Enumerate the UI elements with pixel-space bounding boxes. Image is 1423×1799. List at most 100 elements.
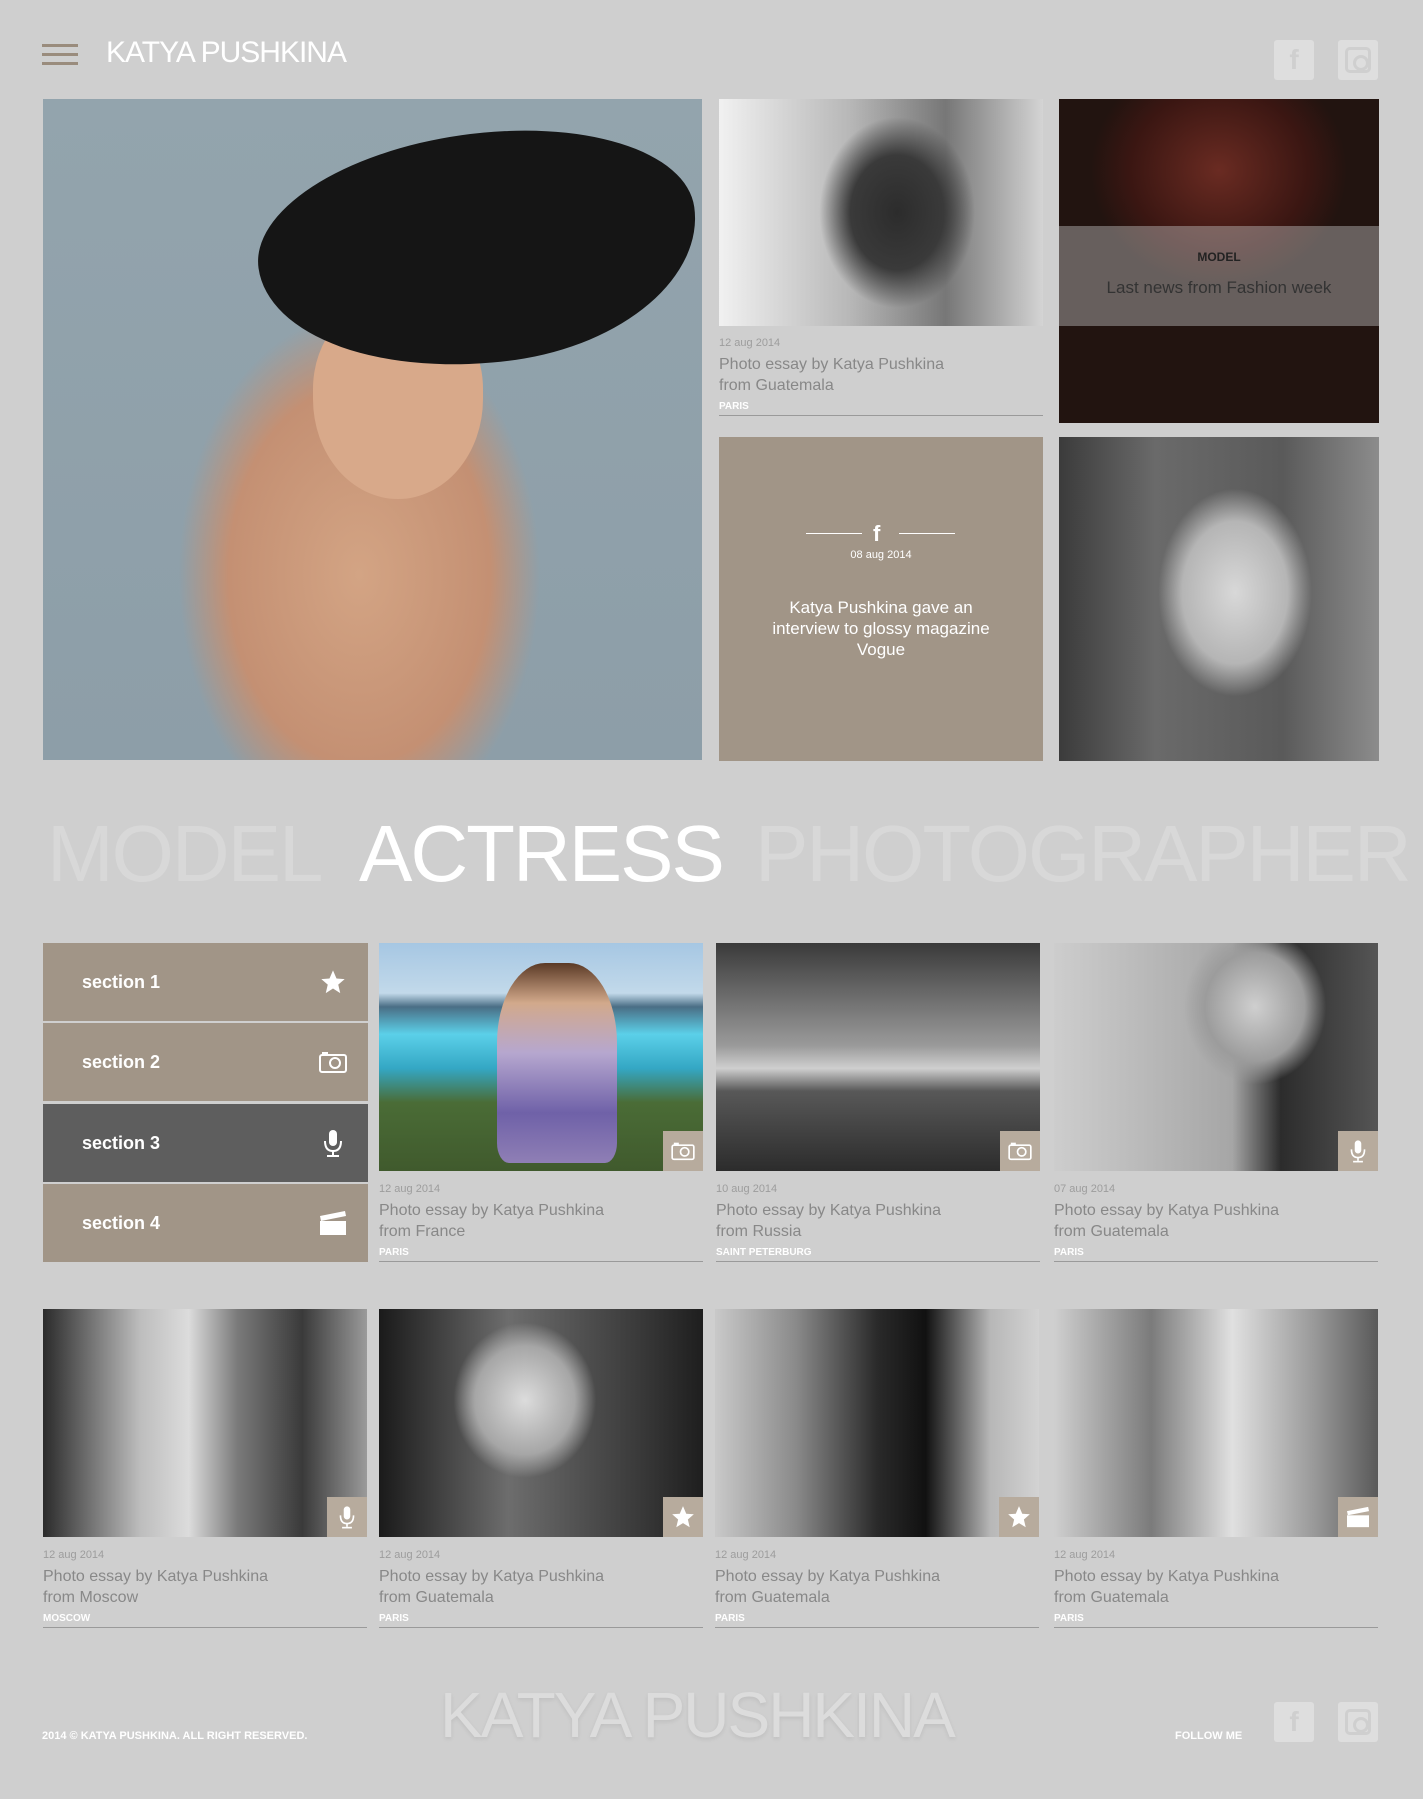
caption-title[interactable]: Photo essay by Katya Pushkina from Guate…: [1054, 1200, 1378, 1242]
grid-photo[interactable]: [1054, 1309, 1378, 1537]
caption-title[interactable]: Photo essay by Katya Pushkina from Guate…: [715, 1566, 1039, 1608]
news-kicker: MODEL: [1197, 250, 1241, 264]
grid-photo[interactable]: [715, 1309, 1039, 1537]
caption-date: 12 aug 2014: [379, 1183, 441, 1195]
star-icon[interactable]: [999, 1497, 1039, 1537]
caption-place: PARIS: [379, 1247, 703, 1262]
caption-title-line1: Photo essay by Katya Pushkina: [379, 1202, 605, 1219]
caption-title-line2: from Russia: [716, 1223, 802, 1240]
microphone-icon[interactable]: [1338, 1131, 1378, 1171]
caption-title-line1: Photo essay by Katya Pushkina: [719, 356, 945, 373]
news-text: Katya Pushkina gave an interview to glos…: [772, 598, 990, 659]
facebook-news-card[interactable]: f 08 aug 2014 Katya Pushkina gave an int…: [719, 437, 1043, 761]
caption-title-line1: Photo essay by Katya Pushkina: [379, 1568, 605, 1585]
caption-date: 12 aug 2014: [43, 1549, 105, 1561]
caption-title[interactable]: Photo essay by Katya Pushkina from Guate…: [719, 354, 1043, 396]
caption-place: SAINT PETERBURG: [716, 1247, 1040, 1262]
copyright-text: 2014 © KATYA PUSHKINA. ALL RIGHT RESERVE…: [42, 1730, 308, 1742]
grid-caption: 12 aug 2014 Photo essay by Katya Pushkin…: [715, 1549, 1039, 1628]
facebook-icon[interactable]: f: [1274, 1702, 1314, 1742]
facebook-icon[interactable]: f: [1274, 40, 1314, 80]
grid-photo[interactable]: [1054, 943, 1378, 1171]
caption-title[interactable]: Photo essay by Katya Pushkina from Guate…: [379, 1566, 703, 1608]
site-header: KATYA PUSHKINA f: [0, 0, 1423, 98]
star-icon[interactable]: [663, 1497, 703, 1537]
caption-date: 12 aug 2014: [715, 1549, 777, 1561]
section-label: section 1: [82, 971, 161, 992]
grid-caption: 12 aug 2014 Photo essay by Katya Pushkin…: [43, 1549, 367, 1628]
news-overlay[interactable]: MODEL Last news from Fashion week: [1059, 226, 1379, 326]
caption-title-line2: from Guatemala: [1054, 1589, 1169, 1606]
caption-title[interactable]: Photo essay by Katya Pushkina from Guate…: [1054, 1566, 1378, 1608]
divider: [899, 533, 955, 534]
caption-date: 07 aug 2014: [1054, 1183, 1116, 1195]
star-icon: [318, 967, 348, 997]
caption-title[interactable]: Photo essay by Katya Pushkina from Franc…: [379, 1200, 703, 1242]
clapperboard-icon: [318, 1208, 348, 1238]
microphone-icon[interactable]: [327, 1497, 367, 1537]
caption-title-line2: from Moscow: [43, 1589, 139, 1606]
caption-title-line2: from France: [379, 1223, 466, 1240]
grid-caption: 12 aug 2014 Photo essay by Katya Pushkin…: [379, 1183, 703, 1262]
grid-photo[interactable]: [43, 1309, 367, 1537]
caption-title-line2: from Guatemala: [1054, 1223, 1169, 1240]
news-date: 08 aug 2014: [850, 549, 912, 561]
follow-me-label: FOLLOW ME: [1175, 1730, 1243, 1742]
facebook-icon-glyph: f: [1289, 44, 1299, 75]
grid-photo[interactable]: [716, 943, 1040, 1171]
tab-actress[interactable]: ACTRESS: [359, 808, 725, 900]
caption-title-line1: Photo essay by Katya Pushkina: [716, 1202, 942, 1219]
caption-place: MOSCOW: [43, 1613, 367, 1628]
caption-place: PARIS: [719, 401, 1043, 416]
footer-logo: KATYA PUSHKINA: [440, 1679, 956, 1751]
site-logo[interactable]: KATYA PUSHKINA: [106, 36, 347, 70]
facebook-icon: f: [873, 521, 881, 546]
section-2-button[interactable]: section 2: [43, 1023, 368, 1101]
caption-title[interactable]: Photo essay by Katya Pushkina from Russi…: [716, 1200, 1040, 1242]
caption-title-line1: Photo essay by Katya Pushkina: [715, 1568, 941, 1585]
caption-title-line2: from Guatemala: [719, 377, 834, 394]
instagram-glyph: [1345, 47, 1371, 73]
instagram-glyph: [1345, 1709, 1371, 1735]
menu-icon[interactable]: [42, 44, 78, 66]
grid-photo[interactable]: [379, 1309, 703, 1537]
caption-title-line2: from Guatemala: [379, 1589, 494, 1606]
grid-caption: 10 aug 2014 Photo essay by Katya Pushkin…: [716, 1183, 1040, 1262]
caption-date: 12 aug 2014: [1054, 1549, 1116, 1561]
caption-place: PARIS: [715, 1613, 1039, 1628]
grid-caption: 12 aug 2014 Photo essay by Katya Pushkin…: [1054, 1549, 1378, 1628]
role-tabs: MODEL ACTRESS PHOTOGRAPHER: [43, 808, 1412, 900]
section-label: section 3: [82, 1132, 161, 1153]
microphone-icon: [318, 1128, 348, 1158]
caption-place: PARIS: [379, 1613, 703, 1628]
instagram-icon[interactable]: [1338, 1702, 1378, 1742]
instagram-icon[interactable]: [1338, 40, 1378, 80]
section-3-button[interactable]: section 3: [43, 1104, 368, 1182]
hero-photo[interactable]: [43, 99, 702, 760]
camera-icon[interactable]: [1000, 1131, 1040, 1171]
camera-icon: [318, 1047, 348, 1077]
caption-title-line1: Photo essay by Katya Pushkina: [1054, 1568, 1280, 1585]
caption-title[interactable]: Photo essay by Katya Pushkina from Mosco…: [43, 1566, 367, 1608]
news-headline: Last news from Fashion week: [1106, 278, 1332, 297]
tab-photographer[interactable]: PHOTOGRAPHER: [755, 808, 1412, 900]
tab-model[interactable]: MODEL: [47, 808, 323, 900]
grid-caption: 07 aug 2014 Photo essay by Katya Pushkin…: [1054, 1183, 1378, 1262]
caption-date: 12 aug 2014: [379, 1549, 441, 1561]
caption-place: PARIS: [1054, 1247, 1378, 1262]
section-label: section 2: [82, 1051, 161, 1072]
caption-date: 12 aug 2014: [719, 337, 781, 349]
section-4-button[interactable]: section 4: [43, 1184, 368, 1262]
grid-photo[interactable]: [379, 943, 703, 1171]
camera-icon[interactable]: [663, 1131, 703, 1171]
caption-place: PARIS: [1054, 1613, 1378, 1628]
caption-title-line2: from Guatemala: [715, 1589, 830, 1606]
caption-date: 10 aug 2014: [716, 1183, 778, 1195]
featured-photo-portrait[interactable]: [1059, 437, 1379, 761]
section-1-button[interactable]: section 1: [43, 943, 368, 1021]
section-label: section 4: [82, 1212, 161, 1233]
featured-photo-man[interactable]: [719, 99, 1043, 326]
caption-title-line1: Photo essay by Katya Pushkina: [43, 1568, 269, 1585]
clapperboard-icon[interactable]: [1338, 1497, 1378, 1537]
facebook-icon-glyph: f: [1289, 1706, 1299, 1737]
